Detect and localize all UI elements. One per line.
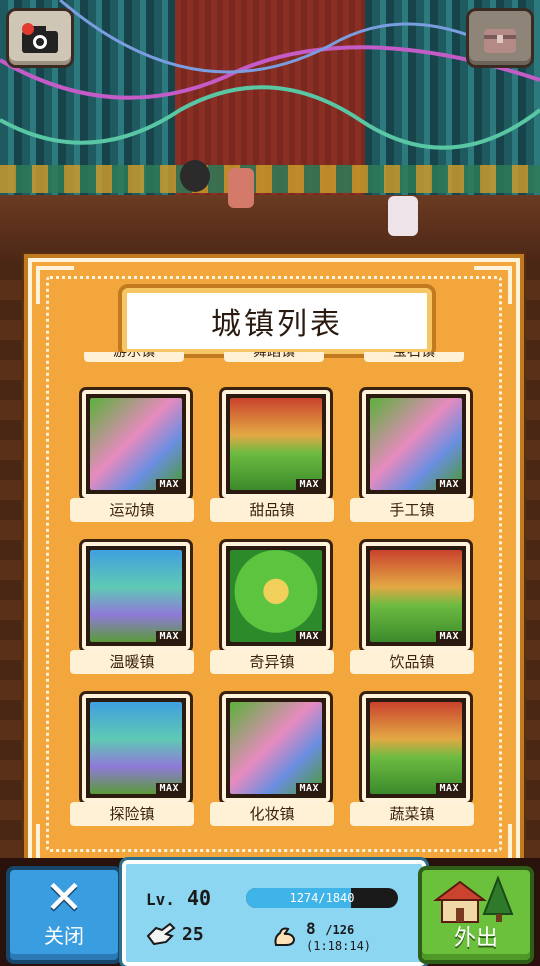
town-thumbnail[interactable]: MAX xyxy=(222,542,330,650)
town-label: 探险镇 xyxy=(70,802,194,826)
max-badge: MAX xyxy=(436,479,462,490)
corner-ornament xyxy=(474,266,512,304)
town-label: 化妆镇 xyxy=(210,802,334,826)
hearts-value: 25 xyxy=(182,923,204,945)
go-out-label: 外出 xyxy=(453,926,498,951)
town-thumbnail[interactable]: MAX xyxy=(82,542,190,650)
muscle-arm-icon xyxy=(274,927,296,946)
town-label-partial[interactable]: 宝石镇 xyxy=(364,352,464,362)
go-out-button[interactable]: 外出 xyxy=(418,866,534,964)
max-badge: MAX xyxy=(296,783,322,794)
town-card-dessert[interactable]: MAX 甜品镇 xyxy=(202,390,342,530)
max-badge: MAX xyxy=(156,783,182,794)
level-prefix: Lv. xyxy=(146,890,175,909)
hearts-counter: 25 xyxy=(146,922,204,946)
town-art xyxy=(230,702,322,794)
town-thumbnail[interactable]: MAX xyxy=(362,542,470,650)
panel-title: 城镇列表 xyxy=(122,288,432,354)
max-badge: MAX xyxy=(156,479,182,490)
close-button[interactable]: ✕ 关闭 xyxy=(6,866,122,964)
town-card-craft[interactable]: MAX 手工镇 xyxy=(342,390,482,530)
max-badge: MAX xyxy=(436,783,462,794)
npc-character xyxy=(180,160,210,192)
town-thumbnail[interactable]: MAX xyxy=(222,694,330,802)
town-card-warm[interactable]: MAX 温暖镇 xyxy=(62,542,202,682)
town-thumbnail[interactable]: MAX xyxy=(362,694,470,802)
town-art xyxy=(370,702,462,794)
camera-icon xyxy=(22,23,58,53)
player-level: Lv. 40 xyxy=(146,886,211,910)
stamina-timer: (1:18:14) xyxy=(306,939,372,953)
max-badge: MAX xyxy=(436,631,462,642)
town-thumbnail[interactable]: MAX xyxy=(362,390,470,498)
corner-ornament xyxy=(36,266,74,304)
town-label: 蔬菜镇 xyxy=(350,802,474,826)
town-label: 饮品镇 xyxy=(350,650,474,674)
xp-text: 1274/1840 xyxy=(289,891,355,905)
town-card-vegetable[interactable]: MAX 蔬菜镇 xyxy=(342,694,482,834)
town-card-adventure[interactable]: MAX 探险镇 xyxy=(62,694,202,834)
left-wall xyxy=(0,260,30,860)
town-art xyxy=(90,398,182,490)
town-art xyxy=(230,550,322,642)
bunny-character xyxy=(388,196,418,236)
player-character xyxy=(228,168,254,208)
bottom-bar: ✕ 关闭 Lv. 40 1274/1840 25 8 /126 (1:18:14… xyxy=(0,858,540,966)
town-label: 运动镇 xyxy=(70,498,194,522)
stamina-amount: 8 /126 xyxy=(306,920,371,939)
xp-bar: 1274/1840 xyxy=(246,888,398,908)
town-art xyxy=(90,702,182,794)
town-art xyxy=(370,550,462,642)
town-thumbnail[interactable]: MAX xyxy=(82,390,190,498)
max-badge: MAX xyxy=(296,631,322,642)
level-value: 40 xyxy=(186,886,212,910)
treasure-chest-icon xyxy=(484,29,516,53)
max-badge: MAX xyxy=(156,631,182,642)
town-art xyxy=(230,398,322,490)
camera-button[interactable] xyxy=(6,8,74,68)
glove-icon xyxy=(146,922,176,946)
town-thumbnail[interactable]: MAX xyxy=(222,390,330,498)
partial-row: 游乐镇 舞蹈镇 宝石镇 xyxy=(62,352,486,364)
treasure-chest-button[interactable] xyxy=(466,8,534,68)
max-badge: MAX xyxy=(296,479,322,490)
town-label: 甜品镇 xyxy=(210,498,334,522)
stamina-counter: 8 /126 (1:18:14) xyxy=(272,920,371,953)
town-label: 手工镇 xyxy=(350,498,474,522)
close-label: 关闭 xyxy=(44,924,84,948)
stamina-value: 8 xyxy=(306,919,316,938)
town-grid[interactable]: 游乐镇 舞蹈镇 宝石镇 MAX 运动镇 MAX 甜品镇 MAX 手工镇 MAX … xyxy=(62,352,486,852)
town-art xyxy=(90,550,182,642)
town-label-partial[interactable]: 游乐镇 xyxy=(84,352,184,362)
town-card-makeup[interactable]: MAX 化妆镇 xyxy=(202,694,342,834)
town-label: 奇异镇 xyxy=(210,650,334,674)
background-scene xyxy=(0,0,540,300)
town-label-partial[interactable]: 舞蹈镇 xyxy=(224,352,324,362)
town-label: 温暖镇 xyxy=(70,650,194,674)
town-thumbnail[interactable]: MAX xyxy=(82,694,190,802)
town-art xyxy=(370,398,462,490)
town-card-sports[interactable]: MAX 运动镇 xyxy=(62,390,202,530)
town-card-drinks[interactable]: MAX 饮品镇 xyxy=(342,542,482,682)
town-list-panel: 城镇列表 游乐镇 舞蹈镇 宝石镇 MAX 运动镇 MAX 甜品镇 MAX 手工镇… xyxy=(28,258,520,870)
town-card-strange[interactable]: MAX 奇异镇 xyxy=(202,542,342,682)
garland-decoration xyxy=(0,0,540,150)
player-status-panel: Lv. 40 1274/1840 25 8 /126 (1:18:14) xyxy=(122,860,426,966)
close-icon: ✕ xyxy=(44,870,84,924)
stamina-max: /126 xyxy=(325,923,355,937)
